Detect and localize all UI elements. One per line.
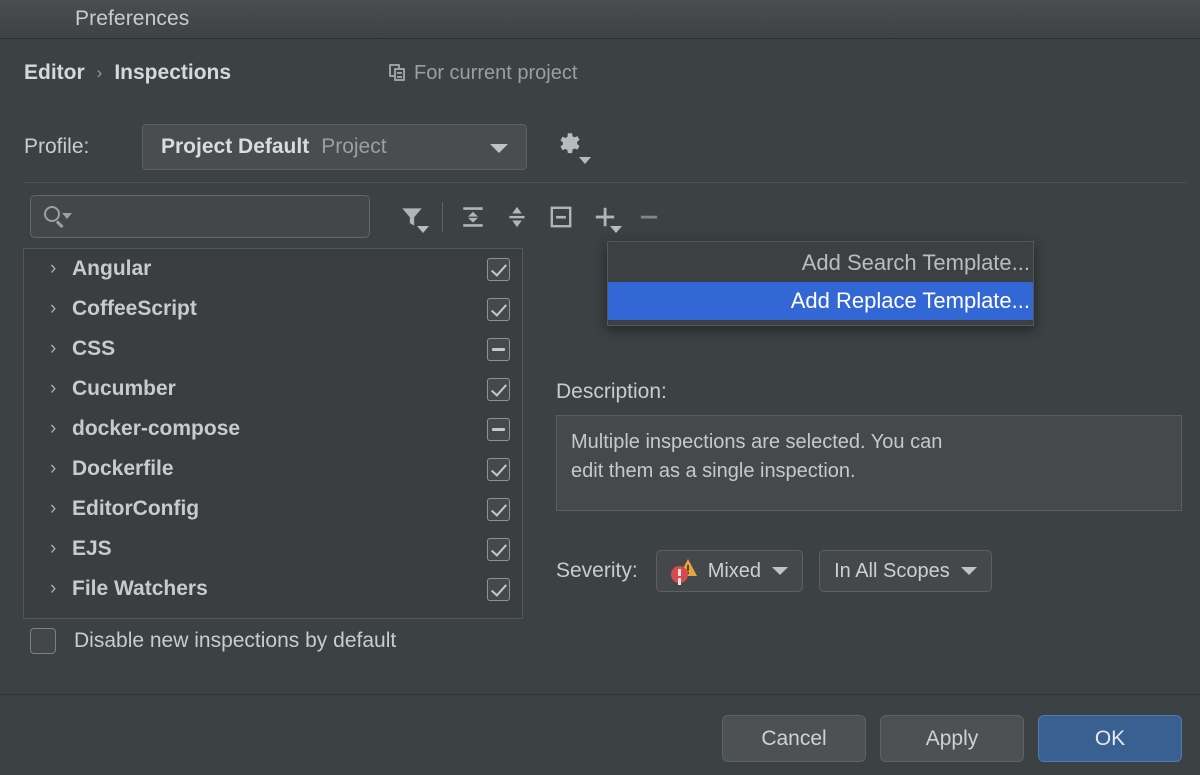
filter-button[interactable]	[390, 195, 434, 239]
tree-item-checkbox[interactable]	[487, 338, 510, 361]
tree-item-checkbox[interactable]	[487, 578, 510, 601]
tree-item-label: Dockerfile	[72, 457, 487, 481]
tree-item-label: Cucumber	[72, 377, 487, 401]
remove-button[interactable]	[627, 195, 671, 239]
severity-combobox[interactable]: Mixed	[656, 550, 803, 592]
remove-icon	[636, 204, 662, 230]
collapse-all-button[interactable]	[495, 195, 539, 239]
for-current-project-label: For current project	[414, 62, 577, 85]
window-title: Preferences	[75, 7, 189, 31]
add-template-popup-menu[interactable]: Add Search Template...Add Replace Templa…	[607, 241, 1034, 326]
profile-settings-button[interactable]	[554, 129, 590, 165]
chevron-down-icon	[610, 226, 622, 233]
severity-value: Mixed	[708, 560, 761, 583]
chevron-down-icon	[772, 567, 788, 575]
disable-new-inspections-checkbox[interactable]	[30, 628, 56, 654]
chevron-right-icon[interactable]: ›	[50, 298, 72, 320]
description-text: Multiple inspections are selected. You c…	[571, 428, 1167, 486]
copy-icon	[389, 64, 406, 82]
chevron-right-icon[interactable]: ›	[50, 338, 72, 360]
tree-item-label: CoffeeScript	[72, 297, 487, 321]
description-label: Description:	[556, 380, 667, 404]
tree-item-label: EJS	[72, 537, 487, 561]
breadcrumb-current: Inspections	[114, 61, 231, 85]
severity-row: Severity: Mixed In All Scopes	[556, 550, 992, 592]
breadcrumb: Editor › Inspections	[24, 58, 231, 88]
chevron-down-icon	[579, 157, 591, 164]
scope-value: In All Scopes	[834, 560, 950, 583]
tree-row[interactable]: ›Dockerfile	[24, 449, 522, 489]
chevron-right-icon[interactable]: ›	[50, 498, 72, 520]
tree-row[interactable]: ›Angular	[24, 249, 522, 289]
tree-item-checkbox[interactable]	[487, 418, 510, 441]
for-current-project[interactable]: For current project	[389, 58, 577, 88]
chevron-down-icon	[961, 567, 977, 575]
add-button[interactable]	[583, 195, 627, 239]
tree-row[interactable]: ›CoffeeScript	[24, 289, 522, 329]
tree-item-label: EditorConfig	[72, 497, 487, 521]
profile-combobox[interactable]: Project Default Project	[142, 124, 527, 170]
chevron-right-icon[interactable]: ›	[50, 458, 72, 480]
profile-scope: Project	[321, 135, 386, 159]
tree-item-checkbox[interactable]	[487, 258, 510, 281]
toolbar-separator	[442, 202, 443, 232]
tree-item-label: Angular	[72, 257, 487, 281]
apply-button[interactable]: Apply	[880, 715, 1024, 762]
preferences-dialog: Preferences Editor › Inspections For cur…	[0, 0, 1200, 775]
tree-item-checkbox[interactable]	[487, 538, 510, 561]
tree-item-label: CSS	[72, 337, 487, 361]
popup-menu-item[interactable]: Add Search Template...	[608, 244, 1033, 282]
tree-item-checkbox[interactable]	[487, 498, 510, 521]
footer-buttons: Cancel Apply OK	[722, 715, 1182, 762]
chevron-right-icon[interactable]: ›	[50, 538, 72, 560]
chevron-right-icon[interactable]: ›	[50, 378, 72, 400]
breadcrumb-separator-icon: ›	[97, 63, 103, 83]
tree-row[interactable]: ›Cucumber	[24, 369, 522, 409]
tree-row[interactable]: ›EditorConfig	[24, 489, 522, 529]
footer-divider	[0, 694, 1200, 695]
search-icon[interactable]	[43, 205, 73, 229]
disable-new-inspections-label: Disable new inspections by default	[74, 629, 396, 653]
window-titlebar: Preferences	[0, 0, 1200, 39]
disable-new-inspections-row[interactable]: Disable new inspections by default	[30, 628, 396, 654]
tree-row[interactable]: ›EJS	[24, 529, 522, 569]
scope-combobox[interactable]: In All Scopes	[819, 550, 992, 592]
reset-to-empty-button[interactable]	[539, 195, 583, 239]
popup-menu-item[interactable]: Add Replace Template...	[608, 282, 1033, 320]
tree-item-checkbox[interactable]	[487, 298, 510, 321]
inspections-tree[interactable]: ›Angular›CoffeeScript›CSS›Cucumber›docke…	[23, 248, 523, 619]
tree-row[interactable]: ›CSS	[24, 329, 522, 369]
tree-item-label: docker-compose	[72, 417, 487, 441]
search-input[interactable]	[73, 205, 343, 229]
mixed-severity-icon	[671, 559, 697, 583]
tree-item-checkbox[interactable]	[487, 458, 510, 481]
tree-item-checkbox[interactable]	[487, 378, 510, 401]
tree-item-label: File Watchers	[72, 577, 487, 601]
reset-to-empty-icon	[548, 204, 574, 230]
ok-button[interactable]: OK	[1038, 715, 1182, 762]
profile-label: Profile:	[24, 135, 142, 159]
tree-row[interactable]: ›docker-compose	[24, 409, 522, 449]
collapse-all-icon	[504, 204, 530, 230]
divider	[24, 182, 1186, 183]
inspections-toolbar	[390, 195, 671, 239]
search-field[interactable]	[30, 195, 370, 238]
expand-all-icon	[460, 204, 486, 230]
cancel-button[interactable]: Cancel	[722, 715, 866, 762]
expand-all-button[interactable]	[451, 195, 495, 239]
chevron-right-icon[interactable]: ›	[50, 418, 72, 440]
profile-row: Profile: Project Default Project	[24, 124, 590, 170]
chevron-down-icon	[417, 226, 429, 233]
breadcrumb-parent[interactable]: Editor	[24, 61, 85, 85]
chevron-right-icon[interactable]: ›	[50, 258, 72, 280]
chevron-right-icon[interactable]: ›	[50, 578, 72, 600]
tree-row[interactable]: ›File Watchers	[24, 569, 522, 609]
chevron-down-icon	[490, 144, 508, 153]
severity-label: Severity:	[556, 559, 638, 583]
profile-name: Project Default	[161, 135, 309, 159]
description-box: Multiple inspections are selected. You c…	[556, 415, 1182, 511]
